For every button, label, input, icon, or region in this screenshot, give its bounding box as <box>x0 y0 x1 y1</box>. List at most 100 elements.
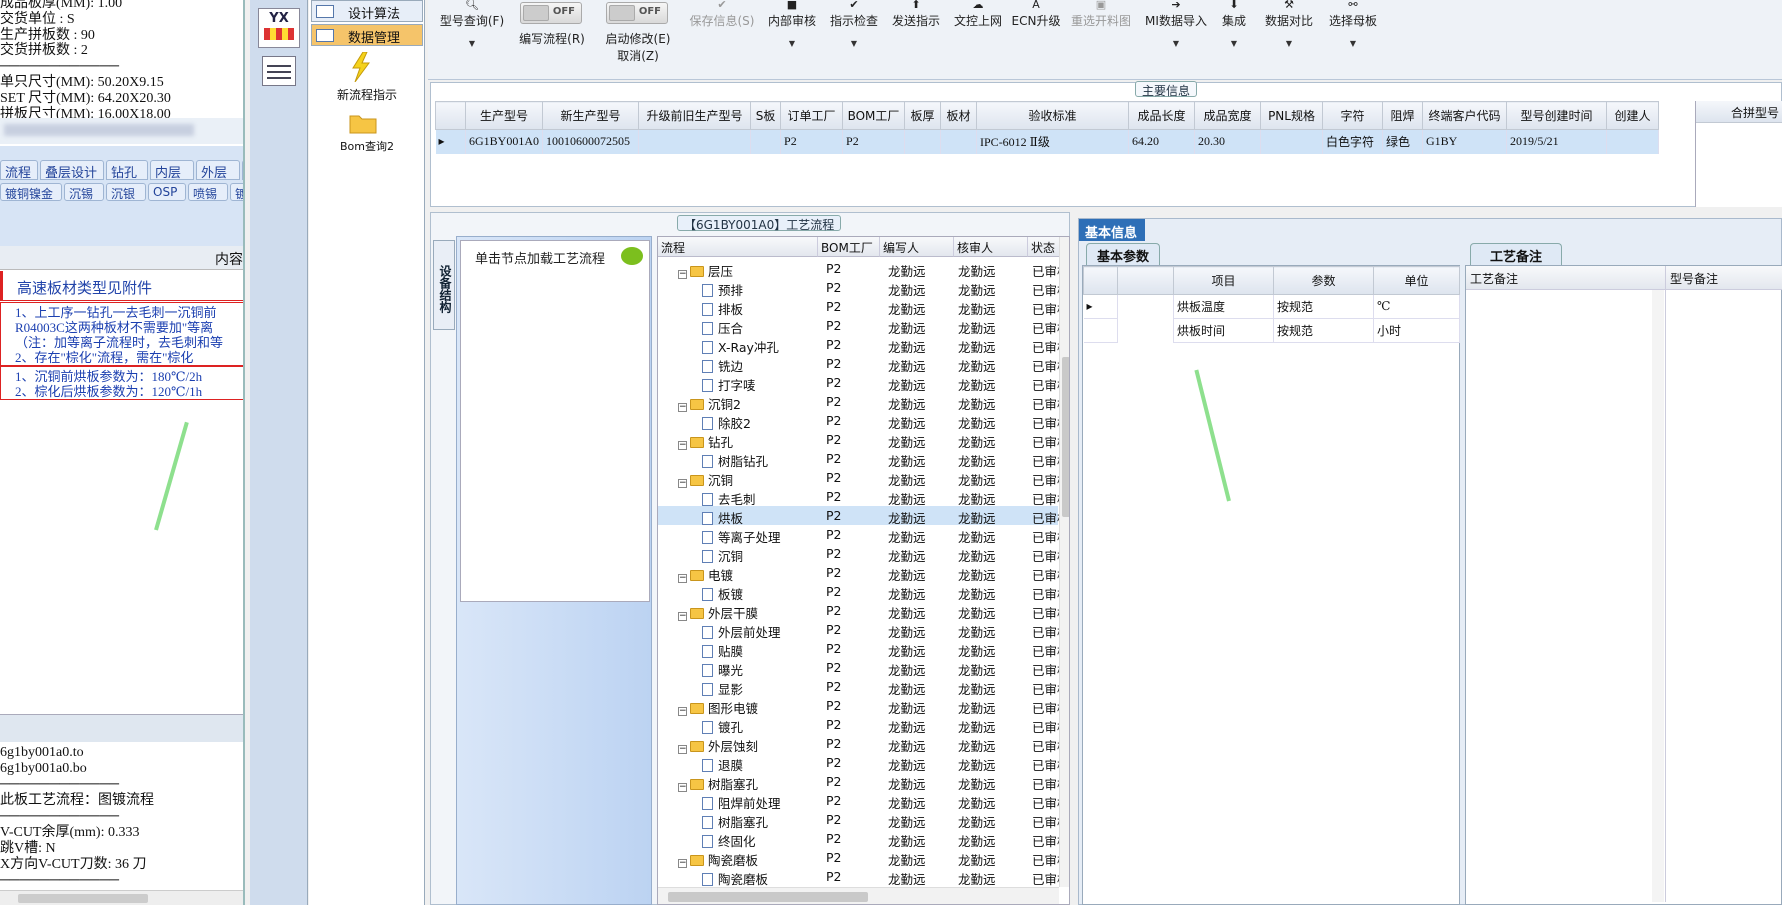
param-row[interactable]: 烘板时间 按规范 小时 <box>1083 318 1460 343</box>
param-cell[interactable]: 烘板温度 <box>1173 294 1274 319</box>
new-flow-button[interactable]: 新流程指示 <box>309 86 425 103</box>
tree-row[interactable]: − 电镀 P2 龙勤远 龙勤远 已审核 <box>658 563 1069 583</box>
ecn-upgrade-button[interactable]: A ECN升级 <box>1008 0 1064 29</box>
param-cell[interactable]: 按规范 <box>1273 318 1374 343</box>
data-compare-button[interactable]: ⚒ 数据对比 ▼ <box>1258 0 1320 48</box>
left-tab-1[interactable]: 叠层设计 <box>40 160 104 181</box>
tree-row[interactable]: − 钻孔 P2 龙勤远 龙勤远 已审核 <box>658 430 1069 450</box>
lightning-icon[interactable] <box>349 51 373 83</box>
folder-icon[interactable] <box>349 112 377 134</box>
param-row[interactable]: ▸ 烘板温度 按规范 ℃ <box>1083 294 1460 319</box>
main-cell[interactable]: IPC-6012 Ⅱ级 <box>976 129 1130 154</box>
tree-row[interactable]: 镀孔 P2 龙勤远 龙勤远 已审核 <box>658 715 1069 735</box>
tree-row[interactable]: 曝光 P2 龙勤远 龙勤远 已审核 <box>658 658 1069 678</box>
edit-flow-toggle[interactable]: OFF <box>520 2 582 24</box>
cancel-button[interactable]: 取消(Z) <box>596 47 680 64</box>
tree-row[interactable]: 预排 P2 龙勤远 龙勤远 已审核 <box>658 278 1069 298</box>
redo-cut-button[interactable]: ▣ 重选开料图 <box>1068 0 1134 29</box>
basic-params-tab[interactable]: 基本参数 <box>1086 243 1161 265</box>
main-cell[interactable]: P2 <box>842 129 906 154</box>
param-cell[interactable]: 小时 <box>1373 318 1460 343</box>
tree-row[interactable]: 贴膜 P2 龙勤远 龙勤远 已审核 <box>658 639 1069 659</box>
main-cell[interactable]: 64.20 <box>1128 129 1196 154</box>
tree-node[interactable]: 陶瓷磨板 <box>702 869 768 888</box>
tree-vscrollbar[interactable] <box>1059 237 1069 887</box>
device-structure-tab[interactable]: 设备结构 <box>433 240 455 330</box>
internal-audit-button[interactable]: ■ 内部审核 ▼ <box>762 0 822 48</box>
main-cell[interactable]: P2 <box>780 129 844 154</box>
tree-row[interactable]: 铣边 P2 龙勤远 龙勤远 已审核 <box>658 354 1069 374</box>
main-cell[interactable]: 20.30 <box>1194 129 1262 154</box>
main-cell[interactable]: 白色字符 <box>1322 129 1384 154</box>
left-tab-2[interactable]: 钻孔 <box>106 160 148 181</box>
process-remark-text[interactable] <box>1466 290 1666 902</box>
left-subtab-3[interactable]: OSP <box>148 183 186 201</box>
tree-row[interactable]: 外层前处理 P2 龙勤远 龙勤远 已审核 <box>658 620 1069 640</box>
tree-row[interactable]: 树脂钻孔 P2 龙勤远 龙勤远 已审核 <box>658 449 1069 469</box>
bom-query-button[interactable]: Bom查询2 <box>309 138 425 154</box>
main-cell[interactable]: 6G1BY001A0 <box>465 129 544 154</box>
left-subtab-0[interactable]: 镀铜镍金 <box>0 183 62 201</box>
main-cell[interactable]: 2019/5/21 <box>1506 129 1608 154</box>
main-cell[interactable] <box>750 129 782 154</box>
tree-row[interactable]: 等离子处理 P2 龙勤远 龙勤远 已审核 <box>658 525 1069 545</box>
send-instr-button[interactable]: ⬆ 发送指示 <box>886 0 946 29</box>
check-instr-button[interactable]: ✔ 指示检查 ▼ <box>824 0 884 48</box>
mi-import-button[interactable]: ➔ MI数据导入 ▼ <box>1140 0 1212 48</box>
main-cell[interactable] <box>638 129 752 154</box>
integrate-button[interactable]: ⬇ 集成 ▼ <box>1214 0 1254 48</box>
left-tab-3[interactable]: 内层 <box>150 160 194 181</box>
tree-row[interactable]: X-Ray冲孔 P2 龙勤远 龙勤远 已审核 <box>658 335 1069 355</box>
tree-row[interactable]: 压合 P2 龙勤远 龙勤远 已审核 <box>658 316 1069 336</box>
tree-row[interactable]: 排板 P2 龙勤远 龙勤远 已审核 <box>658 297 1069 317</box>
tree-row[interactable]: 板镀 P2 龙勤远 龙勤远 已审核 <box>658 582 1069 602</box>
app-logo-icon[interactable]: YX <box>258 8 300 48</box>
param-cell[interactable]: ℃ <box>1373 294 1460 319</box>
left-subtab-1[interactable]: 沉锡 <box>64 183 104 201</box>
tree-row[interactable]: − 陶瓷磨板 P2 龙勤远 龙勤远 已审核 <box>658 848 1069 868</box>
main-cell[interactable]: G1BY <box>1422 129 1508 154</box>
param-cell[interactable]: 烘板时间 <box>1173 318 1274 343</box>
start-modify-toggle[interactable]: OFF <box>606 2 668 24</box>
select-master-button[interactable]: ⚯ 选择母板 ▼ <box>1322 0 1384 48</box>
tree-row[interactable]: 退膜 P2 龙勤远 龙勤远 已审核 <box>658 753 1069 773</box>
tree-row[interactable]: − 外层干膜 P2 龙勤远 龙勤远 已审核 <box>658 601 1069 621</box>
model-query-button[interactable]: 🔍︎ 型号查询(F) ▼ <box>436 0 508 48</box>
nav-design-algo[interactable]: 设计算法 <box>311 0 423 22</box>
tree-row[interactable]: 去毛刺 P2 龙勤远 龙勤远 已审核 <box>658 487 1069 507</box>
tree-row[interactable]: − 外层蚀刻 P2 龙勤远 龙勤远 已审核 <box>658 734 1069 754</box>
save-info-button[interactable]: ✔ 保存信息(S) <box>686 0 758 29</box>
main-cell[interactable] <box>1260 129 1324 154</box>
left-subtab-4[interactable]: 喷锡 <box>188 183 228 201</box>
param-cell[interactable]: 按规范 <box>1273 294 1374 319</box>
tree-row[interactable]: − 图形电镀 P2 龙勤远 龙勤远 已审核 <box>658 696 1069 716</box>
remark-vscrollbar[interactable] <box>1652 290 1664 902</box>
tree-row[interactable]: 沉铜 P2 龙勤远 龙勤远 已审核 <box>658 544 1069 564</box>
tree-row[interactable]: 阻焊前处理 P2 龙勤远 龙勤远 已审核 <box>658 791 1069 811</box>
main-cell[interactable]: 绿色 <box>1382 129 1424 154</box>
left-tab-4[interactable]: 外层 <box>196 160 240 181</box>
tree-row[interactable]: 终固化 P2 龙勤远 龙勤远 已审核 <box>658 829 1069 849</box>
node-load-box[interactable]: 单击节点加载工艺流程 <box>460 240 650 602</box>
left-hscrollbar[interactable] <box>0 890 243 905</box>
main-cell[interactable] <box>940 129 978 154</box>
tree-row[interactable]: 烘板 P2 龙勤远 龙勤远 已审核 <box>658 506 1069 526</box>
tree-row[interactable]: − 树脂塞孔 P2 龙勤远 龙勤远 已审核 <box>658 772 1069 792</box>
tree-row[interactable]: 打字唛 P2 龙勤远 龙勤远 已审核 <box>658 373 1069 393</box>
left-tab-0[interactable]: 流程 <box>0 160 38 181</box>
tree-hscrollbar[interactable] <box>658 887 1059 904</box>
calculator-icon[interactable] <box>262 56 296 86</box>
tree-row[interactable]: − 沉铜2 P2 龙勤远 龙勤远 已审核 <box>658 392 1069 412</box>
tree-row[interactable]: 显影 P2 龙勤远 龙勤远 已审核 <box>658 677 1069 697</box>
tree-row[interactable]: − 沉铜 P2 龙勤远 龙勤远 已审核 <box>658 468 1069 488</box>
basic-info-tab[interactable]: 基本信息 <box>1079 219 1145 241</box>
tree-row[interactable]: − 层压 P2 龙勤远 龙勤远 已审核 <box>658 259 1069 279</box>
main-cell[interactable]: 10010600072505 <box>542 129 640 154</box>
doc-upload-button[interactable]: ☁ 文控上网 <box>948 0 1008 29</box>
tree-row[interactable]: 树脂塞孔 P2 龙勤远 龙勤远 已审核 <box>658 810 1069 830</box>
left-subtab-5[interactable]: 镀硬金 <box>230 183 243 201</box>
tree-row[interactable]: 除胶2 P2 龙勤远 龙勤远 已审核 <box>658 411 1069 431</box>
left-tab-5[interactable]: 阻焊 <box>242 160 243 180</box>
nav-data-mgmt[interactable]: 数据管理 <box>311 24 423 46</box>
main-cell[interactable] <box>904 129 942 154</box>
